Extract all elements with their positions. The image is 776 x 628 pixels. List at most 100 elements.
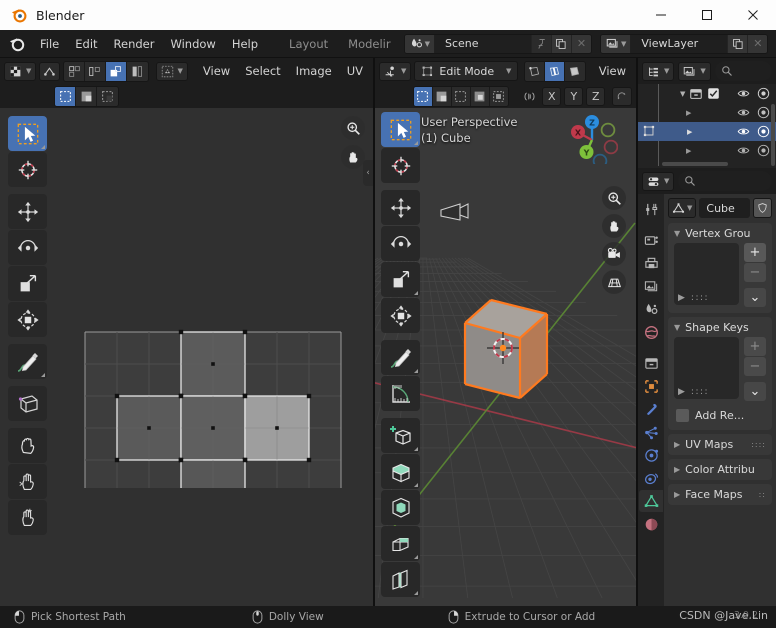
interaction-mode-dropdown[interactable]: Edit Mode ▼ bbox=[414, 61, 519, 81]
uv-tool-move[interactable] bbox=[8, 194, 47, 229]
maximize-button[interactable] bbox=[684, 0, 730, 30]
uv-select-mode-face[interactable] bbox=[105, 61, 127, 81]
color-attributes-panel[interactable]: ▶ Color Attribu bbox=[668, 459, 772, 480]
vp-tool-scale[interactable] bbox=[381, 262, 420, 297]
camera-icon[interactable] bbox=[757, 144, 770, 157]
camera-icon[interactable] bbox=[757, 87, 770, 100]
zoom-icon[interactable] bbox=[602, 186, 626, 210]
navigation-gizmo[interactable]: Z X Y bbox=[568, 114, 618, 164]
menu-help[interactable]: Help bbox=[224, 34, 266, 54]
uv-select-set-mode[interactable] bbox=[55, 86, 76, 106]
vp-tool-cursor[interactable] bbox=[381, 148, 420, 183]
properties-tab-render[interactable] bbox=[639, 229, 663, 251]
vp-tool-bevel[interactable] bbox=[381, 526, 420, 561]
uv-tool-annotate[interactable] bbox=[8, 344, 47, 379]
panel-open-triangle-icon[interactable]: ▼ bbox=[674, 323, 680, 332]
eye-icon[interactable] bbox=[737, 106, 750, 119]
panel-closed-triangle-icon[interactable]: ▶ bbox=[674, 465, 680, 474]
properties-tab-scene[interactable] bbox=[639, 298, 663, 320]
outliner-vertical-scrollbar[interactable] bbox=[771, 104, 775, 166]
properties-tab-material[interactable] bbox=[639, 513, 663, 535]
uv-select-subtract-mode[interactable] bbox=[97, 86, 118, 106]
add-rest-position-checkbox[interactable] bbox=[676, 409, 689, 422]
disclosure-triangle-open-icon[interactable]: ▼ bbox=[680, 90, 685, 98]
properties-tab-object[interactable] bbox=[639, 375, 663, 397]
outliner-row-partial[interactable]: ▶ bbox=[638, 141, 776, 160]
add-vertex-group-button[interactable]: + bbox=[744, 243, 766, 262]
remove-scene-button[interactable]: ✕ bbox=[570, 34, 591, 53]
list-grip-icon[interactable]: :::: bbox=[691, 387, 709, 397]
camera-icon[interactable] bbox=[757, 106, 770, 119]
properties-tab-object-data[interactable] bbox=[639, 490, 663, 512]
outliner-display-mode-button[interactable]: ▼ bbox=[678, 61, 711, 81]
vp-tool-add-cube[interactable] bbox=[381, 418, 420, 453]
vp-select-difference-mode[interactable] bbox=[489, 86, 509, 106]
pin-icon[interactable] bbox=[530, 34, 551, 53]
add-shape-key-button[interactable]: + bbox=[744, 337, 766, 356]
shape-keys-panel-header[interactable]: ▼ Shape Keys bbox=[668, 317, 772, 337]
panel-closed-triangle-icon[interactable]: ▶ bbox=[674, 440, 680, 449]
menu-edit[interactable]: Edit bbox=[67, 34, 105, 54]
uv-tool-rotate[interactable] bbox=[8, 230, 47, 265]
vp-tool-transform[interactable] bbox=[381, 298, 420, 333]
uv-tool-tweak[interactable] bbox=[8, 116, 47, 151]
menu-window[interactable]: Window bbox=[162, 34, 223, 54]
scene-name[interactable]: Scene bbox=[434, 34, 531, 53]
workspace-tab-layout[interactable]: Layout bbox=[280, 33, 337, 55]
uv-sync-selection-button[interactable] bbox=[39, 61, 61, 81]
checkbox-checked-icon[interactable] bbox=[707, 87, 720, 100]
outliner-row-cube[interactable]: ▶ bbox=[638, 122, 776, 141]
viewlayer-icon[interactable]: ▼ bbox=[600, 34, 632, 53]
vp-tool-rotate[interactable] bbox=[381, 226, 420, 261]
blender-menu-logo-icon[interactable] bbox=[6, 33, 28, 55]
mesh-datablock-name[interactable]: Cube bbox=[699, 198, 750, 218]
vp-tool-move[interactable] bbox=[381, 190, 420, 225]
vp-select-subtract-mode[interactable] bbox=[451, 86, 471, 106]
uv-select-mode-edge[interactable] bbox=[85, 61, 106, 81]
properties-tab-modifiers[interactable] bbox=[639, 398, 663, 420]
outliner-horizontal-scrollbar[interactable] bbox=[662, 162, 728, 166]
uv-tool-transform[interactable] bbox=[8, 302, 47, 337]
camera-icon[interactable] bbox=[757, 125, 770, 138]
shield-icon[interactable] bbox=[753, 198, 772, 218]
disclosure-triangle-closed-icon[interactable]: ▶ bbox=[687, 128, 692, 136]
zoom-icon[interactable] bbox=[341, 116, 365, 140]
properties-search-input[interactable] bbox=[678, 171, 772, 191]
axis-lock-y[interactable]: Y bbox=[564, 86, 584, 106]
vertex-groups-panel-header[interactable]: ▼ Vertex Grou bbox=[668, 223, 772, 243]
uv-tool-scale[interactable] bbox=[8, 266, 47, 301]
vertex-group-specials-menu[interactable]: ⌄ bbox=[744, 288, 766, 307]
vp-tool-tweak[interactable] bbox=[381, 112, 420, 147]
uv-menu-image[interactable]: Image bbox=[290, 62, 338, 80]
vp-tool-measure[interactable] bbox=[381, 376, 420, 411]
hand-icon[interactable] bbox=[341, 145, 365, 169]
list-grip-icon[interactable]: :::: bbox=[691, 293, 709, 303]
uv-tool-cursor[interactable] bbox=[8, 152, 47, 187]
mesh-select-mode-face[interactable] bbox=[564, 61, 585, 81]
uv-sidebar-toggle[interactable]: ‹ bbox=[363, 160, 373, 186]
uv-editor-type-button[interactable]: ▼ bbox=[4, 61, 37, 81]
uv-menu-uv[interactable]: UV bbox=[341, 62, 369, 80]
menu-render[interactable]: Render bbox=[106, 34, 163, 54]
remove-viewlayer-button[interactable]: ✕ bbox=[747, 34, 768, 53]
uv-select-mode-vertex[interactable] bbox=[64, 61, 86, 81]
remove-shape-key-button[interactable]: − bbox=[744, 357, 766, 376]
outliner-tree[interactable]: ▼ ▶ ▶ ▶ bbox=[638, 84, 776, 168]
properties-tab-constraints[interactable] bbox=[639, 467, 663, 489]
list-expand-triangle-icon[interactable]: ▶ bbox=[678, 293, 685, 303]
properties-tab-output[interactable] bbox=[639, 252, 663, 274]
eye-icon[interactable] bbox=[737, 125, 750, 138]
eye-icon[interactable] bbox=[737, 87, 750, 100]
properties-editor-type-button[interactable]: ▼ bbox=[642, 171, 675, 191]
outliner-row-collection[interactable]: ▶ bbox=[638, 103, 776, 122]
grid-icon[interactable] bbox=[602, 270, 626, 294]
close-button[interactable] bbox=[730, 0, 776, 30]
panel-open-triangle-icon[interactable]: ▼ bbox=[674, 229, 680, 238]
vp-tool-annotate[interactable] bbox=[381, 340, 420, 375]
vp-tool-inset-faces[interactable] bbox=[381, 490, 420, 525]
axis-lock-x[interactable]: X bbox=[542, 86, 562, 106]
properties-tab-world[interactable] bbox=[639, 321, 663, 343]
camera-icon[interactable] bbox=[602, 242, 626, 266]
shape-key-specials-menu[interactable]: ⌄ bbox=[744, 382, 766, 401]
properties-tab-collection[interactable] bbox=[639, 352, 663, 374]
